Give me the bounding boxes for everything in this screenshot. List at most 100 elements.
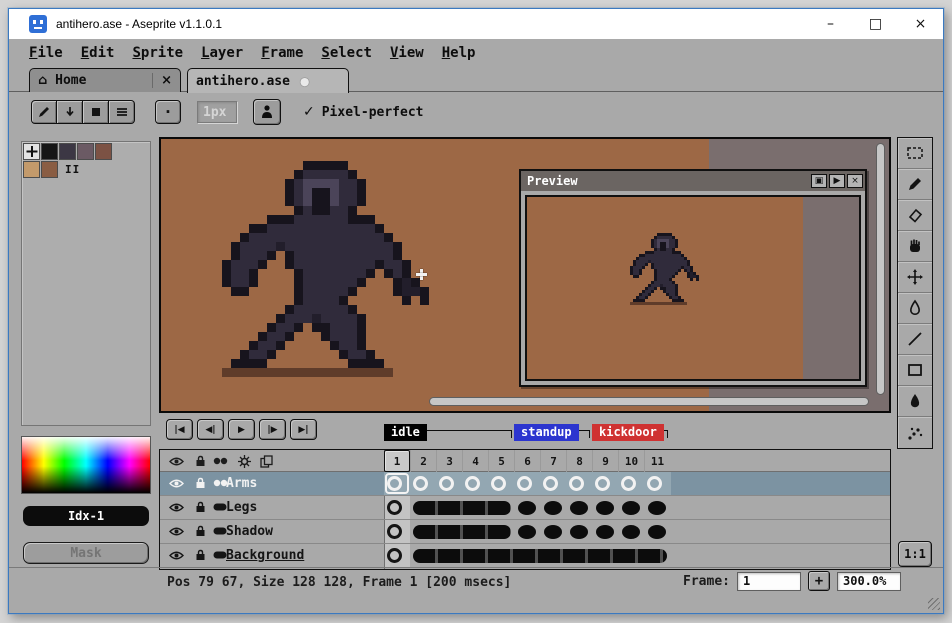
frame-header-9[interactable]: 9 <box>592 450 618 472</box>
frame-header-11[interactable]: 11 <box>644 450 670 472</box>
layer-cells[interactable] <box>384 472 671 495</box>
menu-view[interactable]: View <box>390 43 433 63</box>
rectangle-tool[interactable] <box>898 355 932 386</box>
cel-ring[interactable] <box>491 476 506 491</box>
eraser-tool[interactable] <box>898 200 932 231</box>
play-button[interactable]: ▶ <box>228 419 255 440</box>
layer-visibility-icon[interactable] <box>168 549 184 561</box>
brush-size-field[interactable]: 1px <box>197 101 237 123</box>
pencil-icon-button[interactable] <box>31 100 57 124</box>
layer-cells[interactable] <box>384 544 671 567</box>
palette-swatch[interactable] <box>77 143 94 160</box>
cel-ring[interactable] <box>517 476 532 491</box>
next-frame-button[interactable]: |▶ <box>259 419 286 440</box>
frame-header-10[interactable]: 10 <box>618 450 644 472</box>
tab-home[interactable]: ⌂ Home × <box>29 68 181 92</box>
cel-dot[interactable] <box>570 525 588 539</box>
first-frame-button[interactable]: |◀ <box>166 419 193 440</box>
timeline-settings-gear-icon[interactable] <box>236 455 252 467</box>
brush-preview-button[interactable] <box>253 99 281 125</box>
cel-ring[interactable] <box>465 476 480 491</box>
layer-cells[interactable] <box>384 520 671 543</box>
tag-standup[interactable]: standup <box>514 421 592 441</box>
layer-row-arms[interactable]: Arms <box>160 472 890 496</box>
cel-dot[interactable] <box>622 525 640 539</box>
preview-play-button[interactable]: ▶ <box>829 174 845 188</box>
close-button[interactable]: × <box>898 9 943 39</box>
palette-swatch[interactable] <box>41 161 58 178</box>
canvas-horizontal-scrollbar[interactable] <box>429 397 869 406</box>
frame-number-input[interactable]: 1 <box>737 572 801 591</box>
layer-cells[interactable] <box>384 496 671 519</box>
menu-sprite[interactable]: Sprite <box>132 43 192 63</box>
cel-dot[interactable] <box>518 501 536 515</box>
layer-lock-icon[interactable] <box>192 501 208 513</box>
layer-row-legs[interactable]: Legs <box>160 496 890 520</box>
zoom-1-1-button[interactable]: 1:1 <box>898 541 932 567</box>
layer-row-background[interactable]: Background <box>160 544 890 568</box>
layer-visibility-icon[interactable] <box>168 501 184 513</box>
mask-button[interactable]: Mask <box>23 542 149 564</box>
menu-select[interactable]: Select <box>321 43 381 63</box>
tag-idle[interactable]: idle <box>384 421 514 441</box>
cel-dot[interactable] <box>544 501 562 515</box>
cel-dot[interactable] <box>596 525 614 539</box>
preview-window[interactable]: Preview ▣▶× <box>519 169 867 387</box>
color-spectrum-picker[interactable] <box>21 436 151 494</box>
cel-dot[interactable] <box>648 525 666 539</box>
cel-dot[interactable] <box>570 501 588 515</box>
frame-header-5[interactable]: 5 <box>488 450 514 472</box>
layer-lock-icon[interactable] <box>192 477 208 489</box>
linked-cels-bar[interactable] <box>413 525 511 539</box>
cel-dot[interactable] <box>544 525 562 539</box>
menu-frame[interactable]: Frame <box>261 43 312 63</box>
sprite-canvas[interactable]: Preview ▣▶× <box>159 137 891 413</box>
palette-swatch[interactable] <box>41 143 58 160</box>
lock-all-icon[interactable] <box>192 455 208 467</box>
palette-swatch[interactable] <box>95 143 112 160</box>
add-frame-button[interactable]: + <box>808 571 830 591</box>
preview-options-button[interactable]: ▣ <box>811 174 827 188</box>
menu-layer[interactable]: Layer <box>201 43 252 63</box>
frame-header-7[interactable]: 7 <box>540 450 566 472</box>
frame-header-2[interactable]: 2 <box>410 450 436 472</box>
palette-swatch[interactable] <box>59 143 76 160</box>
pixel-perfect-toggle[interactable]: ✓ Pixel-perfect <box>303 104 423 120</box>
palette-swatch[interactable] <box>23 161 40 178</box>
cel-ring[interactable] <box>595 476 610 491</box>
tab-antihero[interactable]: antihero.ase ● <box>187 68 349 93</box>
cel-ring[interactable] <box>647 476 662 491</box>
hand-tool[interactable] <box>898 231 932 262</box>
visibility-all-icon[interactable] <box>168 455 184 467</box>
layer-lock-icon[interactable] <box>192 549 208 561</box>
preview-close-button[interactable]: × <box>847 174 863 188</box>
frame-header-4[interactable]: 4 <box>462 450 488 472</box>
cel-ring[interactable] <box>569 476 584 491</box>
preview-title-bar[interactable]: Preview ▣▶× <box>521 171 865 191</box>
line-tool[interactable] <box>898 324 932 355</box>
menu-edit[interactable]: Edit <box>81 43 124 63</box>
prev-frame-button[interactable]: ◀| <box>197 419 224 440</box>
move-tool[interactable] <box>898 262 932 293</box>
paint-bucket-tool[interactable] <box>898 293 932 324</box>
cel-ring[interactable] <box>387 524 402 539</box>
brush-dot-button[interactable]: · <box>155 100 181 124</box>
tag-kickdoor[interactable]: kickdoor <box>592 421 670 441</box>
layer-visibility-icon[interactable] <box>168 477 184 489</box>
frame-header-3[interactable]: 3 <box>436 450 462 472</box>
resize-grip[interactable] <box>928 598 940 610</box>
cel-dot[interactable] <box>596 501 614 515</box>
pencil-tool[interactable] <box>898 169 932 200</box>
menu-lines-icon-button[interactable] <box>109 100 135 124</box>
layer-row-shadow[interactable]: Shadow <box>160 520 890 544</box>
blur-tool[interactable] <box>898 386 932 417</box>
linked-cels-bar[interactable] <box>413 549 667 563</box>
cel-dot[interactable] <box>518 525 536 539</box>
onion-skin-icon[interactable] <box>258 455 274 467</box>
frame-header-8[interactable]: 8 <box>566 450 592 472</box>
layer-visibility-icon[interactable] <box>168 525 184 537</box>
last-frame-button[interactable]: ▶| <box>290 419 317 440</box>
rectangular-marquee-tool[interactable] <box>898 138 932 169</box>
continuous-all-icon[interactable] <box>212 455 228 467</box>
canvas-vertical-scrollbar[interactable] <box>876 143 885 395</box>
